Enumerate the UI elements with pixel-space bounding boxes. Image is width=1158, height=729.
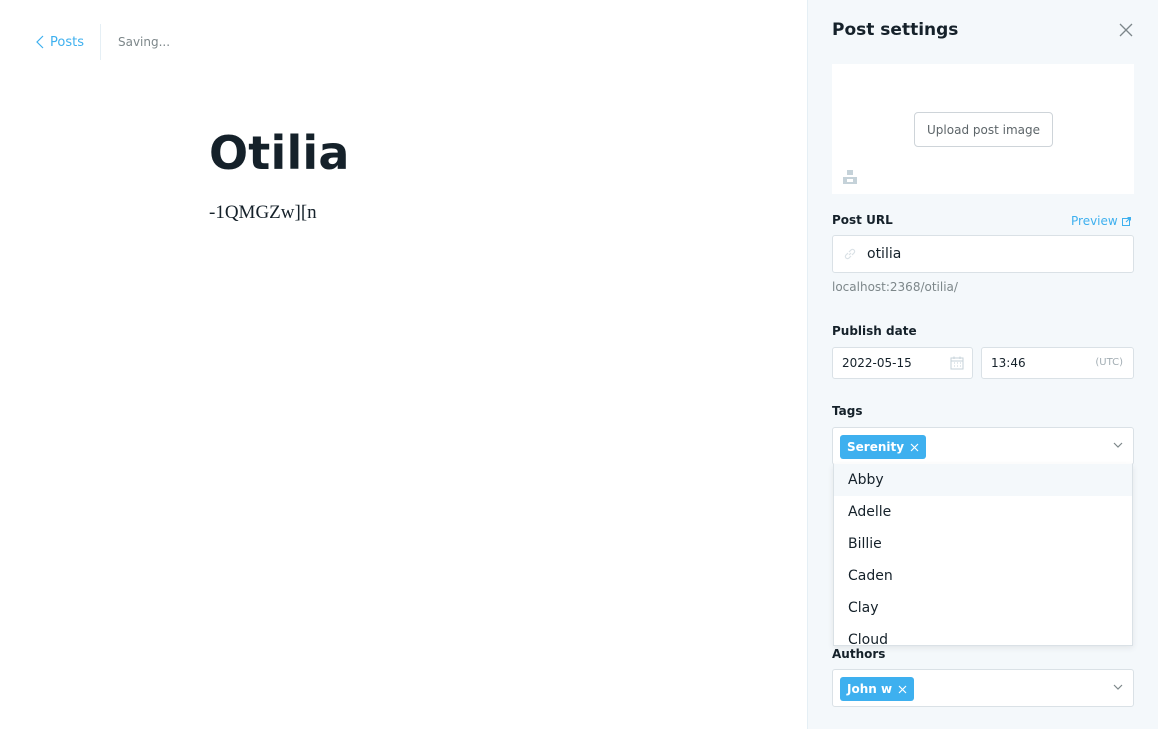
tag-option[interactable]: Cloud: [834, 624, 1132, 645]
panel-title: Post settings: [832, 20, 959, 40]
link-icon: [844, 248, 856, 260]
post-title[interactable]: Otilia: [209, 126, 350, 180]
timezone-label: (UTC): [1095, 357, 1123, 368]
post-url-field[interactable]: otilia: [832, 235, 1134, 273]
post-image-dropzone: Upload post image: [832, 64, 1134, 194]
tag-option[interactable]: Caden: [834, 560, 1132, 592]
authors-input[interactable]: John w: [832, 669, 1134, 707]
publish-date-field[interactable]: 2022-05-15: [832, 347, 973, 379]
publish-time-field[interactable]: 13:46 (UTC): [981, 347, 1134, 379]
post-url-label: Post URL: [832, 213, 893, 227]
save-status: Saving...: [117, 35, 171, 49]
tag-option[interactable]: Clay: [834, 592, 1132, 624]
publish-date-value: 2022-05-15: [842, 356, 912, 370]
publish-time-value: 13:46: [991, 356, 1026, 370]
tag-option[interactable]: Abby: [834, 464, 1132, 496]
authors-label: Authors: [832, 647, 886, 661]
author-token[interactable]: John w: [840, 677, 915, 701]
chevron-left-icon: [36, 35, 44, 49]
back-link-label: Posts: [50, 34, 84, 50]
tags-input[interactable]: Serenity: [832, 427, 1134, 465]
editor-area: Posts Saving... Otilia -1QMGZw][n: [0, 0, 807, 729]
close-icon: [1119, 23, 1133, 37]
post-url-hint: localhost:2368/otilia/: [832, 280, 958, 294]
calendar-icon[interactable]: [950, 356, 964, 370]
tags-dropdown: Abby Adelle Billie Caden Clay Cloud: [833, 464, 1133, 646]
remove-author-icon[interactable]: [898, 685, 907, 694]
editor-topbar: Posts Saving...: [0, 24, 170, 60]
chevron-down-icon[interactable]: [1113, 684, 1123, 690]
preview-link[interactable]: Preview: [1071, 214, 1131, 228]
tag-option[interactable]: Billie: [834, 528, 1132, 560]
tag-option[interactable]: Adelle: [834, 496, 1132, 528]
back-to-posts-link[interactable]: Posts: [0, 24, 100, 60]
app-root: Posts Saving... Otilia -1QMGZw][n Post s…: [0, 0, 1158, 729]
unsplash-icon[interactable]: [843, 170, 857, 184]
chevron-down-icon[interactable]: [1113, 442, 1123, 448]
post-url-value: otilia: [867, 246, 902, 262]
author-token-label: John w: [847, 682, 893, 696]
tags-label: Tags: [832, 404, 863, 418]
tag-token[interactable]: Serenity: [840, 435, 927, 459]
tag-token-label: Serenity: [847, 440, 905, 454]
post-body[interactable]: -1QMGZw][n: [209, 202, 317, 224]
close-button[interactable]: [1119, 22, 1137, 40]
remove-tag-icon[interactable]: [910, 443, 919, 452]
post-settings-panel: Post settings Upload post image Post URL…: [807, 0, 1158, 729]
external-link-icon: [1121, 216, 1131, 226]
publish-date-label: Publish date: [832, 324, 917, 338]
preview-label: Preview: [1071, 214, 1118, 228]
upload-post-image-button[interactable]: Upload post image: [914, 112, 1053, 147]
